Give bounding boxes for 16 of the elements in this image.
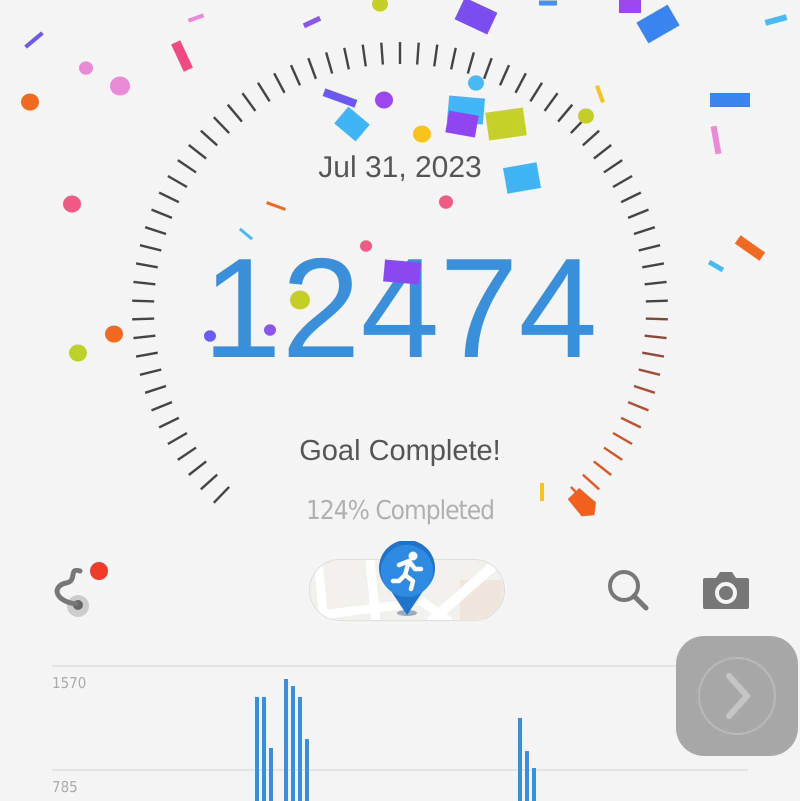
next-button[interactable]	[676, 636, 798, 756]
step-count: 12474	[202, 234, 598, 384]
step-bar	[305, 739, 309, 801]
goal-status: Goal Complete!	[299, 434, 501, 468]
date-label: Jul 31, 2023	[318, 150, 482, 186]
axis-label: 785	[52, 778, 78, 796]
progress-marker	[568, 488, 596, 516]
step-bar	[532, 768, 536, 801]
running-pin-icon[interactable]	[377, 541, 437, 617]
search-icon[interactable]	[606, 568, 650, 612]
step-bar	[269, 748, 273, 801]
chevron-right-icon	[697, 656, 777, 736]
step-bar	[525, 751, 529, 801]
axis-label: 1570	[52, 674, 86, 692]
completion-percent: 124% Completed	[306, 495, 494, 528]
camera-icon[interactable]	[702, 570, 750, 610]
